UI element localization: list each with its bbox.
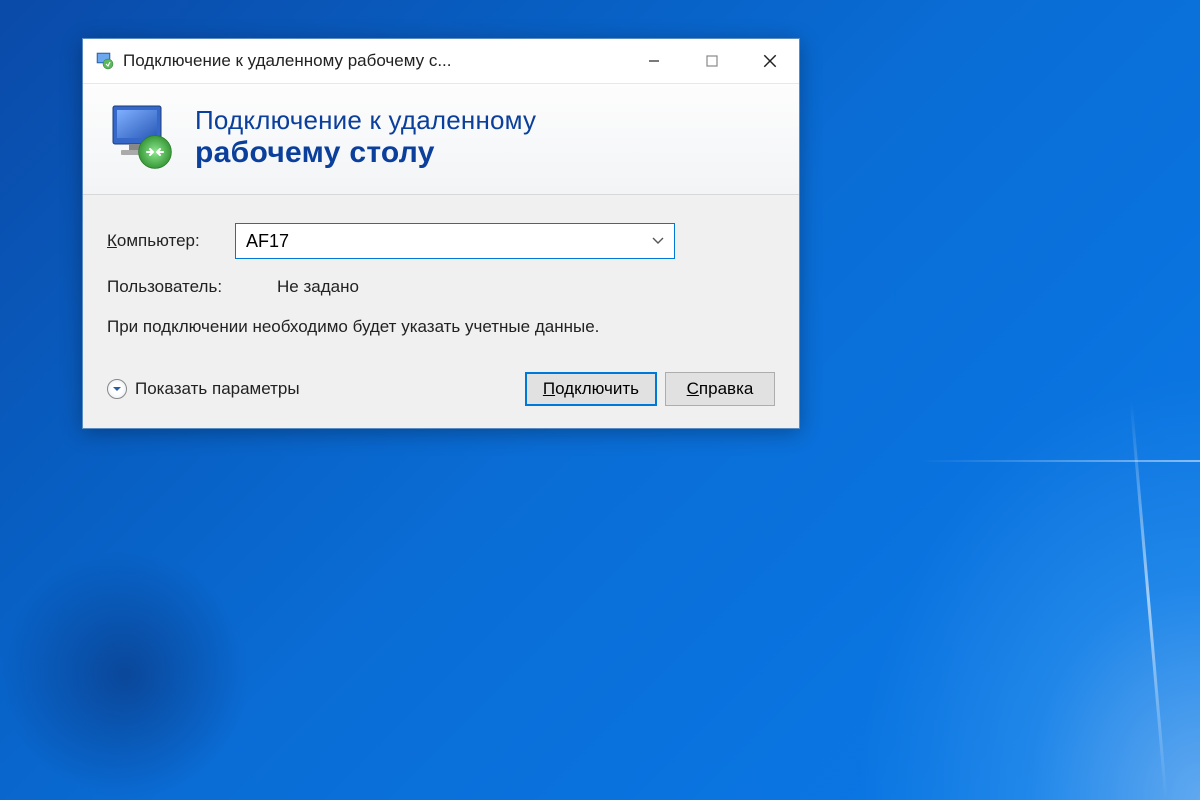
minimize-button[interactable] xyxy=(625,39,683,83)
dropdown-arrow-icon[interactable] xyxy=(641,224,675,258)
footer-row: Показать параметры Подключить Справка xyxy=(107,372,775,406)
computer-label: Компьютер: xyxy=(107,231,235,251)
show-options-link[interactable]: Показать параметры xyxy=(107,379,300,399)
rdp-dialog: Подключение к удаленному рабочему с... xyxy=(82,38,800,429)
window-controls xyxy=(625,39,799,83)
app-icon-large xyxy=(107,102,177,172)
computer-combobox[interactable] xyxy=(235,223,675,259)
desktop-bg-ray xyxy=(920,460,1200,462)
header-text: Подключение к удаленному рабочему столу xyxy=(195,105,536,170)
computer-input[interactable] xyxy=(235,223,675,259)
user-row: Пользователь: Не задано xyxy=(107,277,775,297)
header-banner: Подключение к удаленному рабочему столу xyxy=(83,83,799,195)
desktop-bg-light xyxy=(800,300,1200,800)
help-button[interactable]: Справка xyxy=(665,372,775,406)
header-title-line1: Подключение к удаленному xyxy=(195,105,536,136)
user-value: Не задано xyxy=(277,277,359,297)
dialog-body: Компьютер: Пользователь: Не задано При п… xyxy=(83,195,799,428)
app-icon-small xyxy=(95,51,115,71)
computer-row: Компьютер: xyxy=(107,223,775,259)
header-title-line2: рабочему столу xyxy=(195,136,536,170)
maximize-button[interactable] xyxy=(683,39,741,83)
chevron-down-icon xyxy=(107,379,127,399)
window-title: Подключение к удаленному рабочему с... xyxy=(123,51,625,71)
desktop-bg-accent xyxy=(0,550,250,800)
connect-button[interactable]: Подключить xyxy=(525,372,657,406)
titlebar[interactable]: Подключение к удаленному рабочему с... xyxy=(83,39,799,83)
close-button[interactable] xyxy=(741,39,799,83)
credentials-info: При подключении необходимо будет указать… xyxy=(107,315,775,340)
show-options-label: Показать параметры xyxy=(135,379,300,399)
user-label: Пользователь: xyxy=(107,277,277,297)
